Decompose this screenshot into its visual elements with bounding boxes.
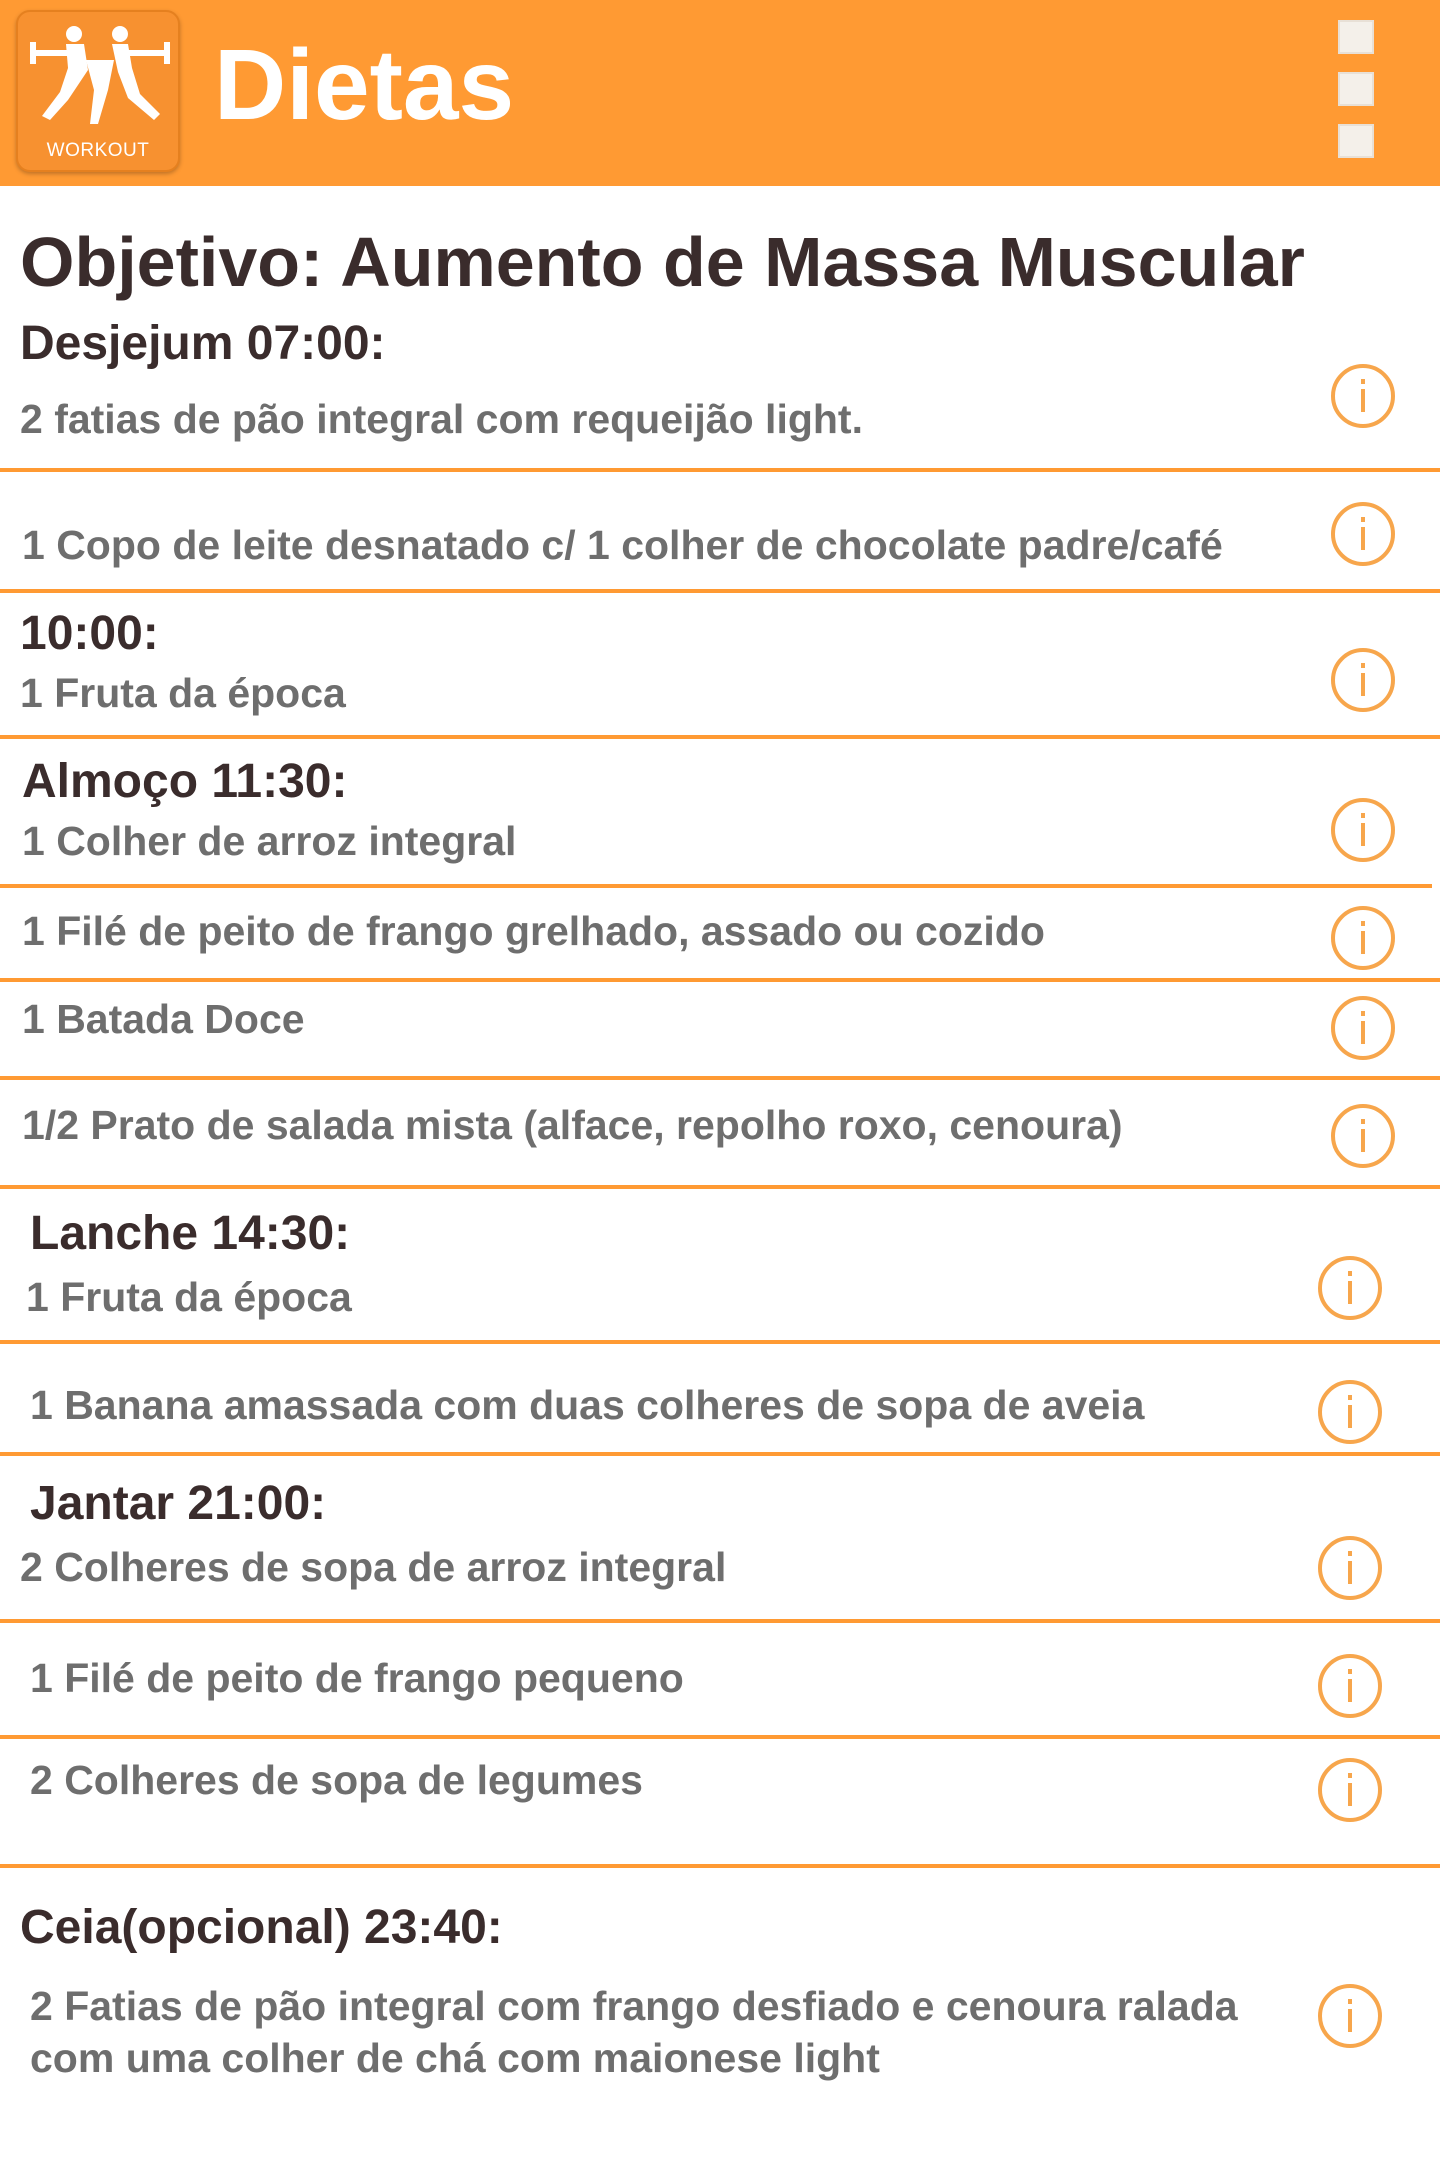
info-circle-icon[interactable] <box>1318 1984 1382 2048</box>
meal-title-almoco: Almoço 11:30: <box>22 755 348 808</box>
divider <box>0 1340 1440 1344</box>
divider <box>0 1864 1440 1868</box>
list-item: 1/2 Prato de salada mista (alface, repol… <box>22 1102 1123 1148</box>
info-circle-icon[interactable] <box>1331 1104 1395 1168</box>
workout-logo-icon <box>30 26 170 124</box>
app-header: WORKOUT Dietas <box>0 0 1440 186</box>
logo-text: WORKOUT <box>46 140 150 161</box>
meal-title-lanche: Lanche 14:30: <box>30 1207 351 1260</box>
meal-title-desjejum: Desjejum 07:00: <box>20 317 386 370</box>
divider <box>0 1185 1440 1189</box>
info-circle-icon[interactable] <box>1331 798 1395 862</box>
info-circle-icon[interactable] <box>1318 1380 1382 1444</box>
info-circle-icon[interactable] <box>1318 1758 1382 1822</box>
overflow-menu-icon[interactable] <box>1338 20 1380 162</box>
divider <box>0 468 1440 472</box>
app-logo[interactable]: WORKOUT <box>16 10 180 172</box>
info-circle-icon[interactable] <box>1318 1654 1382 1718</box>
list-item: 1 Filé de peito de frango pequeno <box>30 1655 684 1701</box>
divider <box>0 1452 1440 1456</box>
info-circle-icon[interactable] <box>1331 648 1395 712</box>
info-circle-icon[interactable] <box>1331 906 1395 970</box>
list-item: 1 Batada Doce <box>22 996 305 1042</box>
divider <box>0 884 1432 888</box>
list-item: 1 Fruta da época <box>20 670 346 716</box>
list-item: 1 Colher de arroz integral <box>22 818 517 864</box>
list-item: 2 Colheres de sopa de arroz integral <box>20 1544 727 1590</box>
info-circle-icon[interactable] <box>1331 364 1395 428</box>
list-item: 1 Filé de peito de frango grelhado, assa… <box>22 908 1045 954</box>
list-item: 1 Copo de leite desnatado c/ 1 colher de… <box>22 522 1223 568</box>
meal-title-ceia: Ceia(opcional) 23:40: <box>20 1901 503 1954</box>
meal-title-10h: 10:00: <box>20 607 159 660</box>
info-circle-icon[interactable] <box>1331 996 1395 1060</box>
objective-title: Objetivo: Aumento de Massa Muscular <box>20 223 1305 301</box>
list-item: 2 Fatias de pão integral com frango desf… <box>30 1983 1238 2081</box>
info-circle-icon[interactable] <box>1318 1256 1382 1320</box>
page-title: Dietas <box>214 29 515 141</box>
info-circle-icon[interactable] <box>1331 502 1395 566</box>
list-item: 2 fatias de pão integral com requeijão l… <box>20 396 863 442</box>
divider <box>0 1619 1440 1623</box>
info-circle-icon[interactable] <box>1318 1536 1382 1600</box>
divider <box>0 978 1440 982</box>
list-item: 2 Colheres de sopa de legumes <box>30 1757 643 1803</box>
divider <box>0 1735 1440 1739</box>
divider <box>0 735 1440 739</box>
list-item: 1 Fruta da época <box>26 1274 352 1320</box>
divider <box>0 589 1440 593</box>
meal-title-jantar: Jantar 21:00: <box>30 1477 327 1530</box>
divider <box>0 1076 1440 1080</box>
list-item: 1 Banana amassada com duas colheres de s… <box>30 1382 1145 1428</box>
